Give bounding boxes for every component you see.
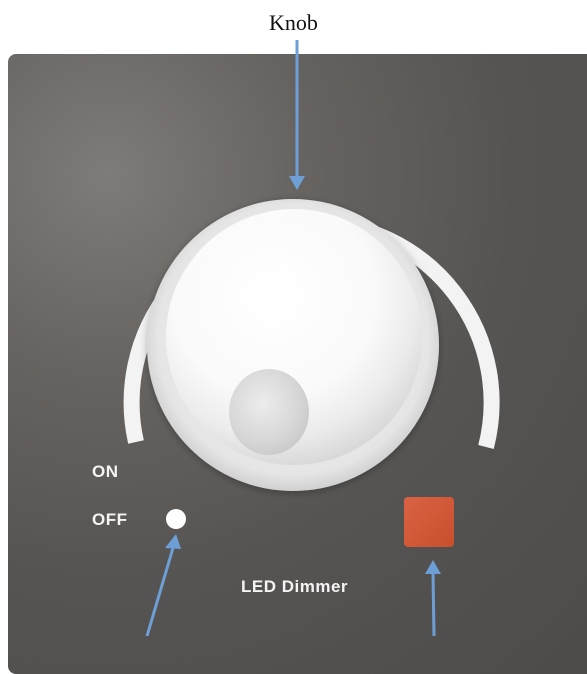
knob-callout-label: Knob [269, 10, 318, 35]
off-label: OFF [92, 510, 128, 529]
on-label: ON [92, 462, 119, 481]
led-dimmer-label: LED Dimmer [241, 577, 349, 596]
